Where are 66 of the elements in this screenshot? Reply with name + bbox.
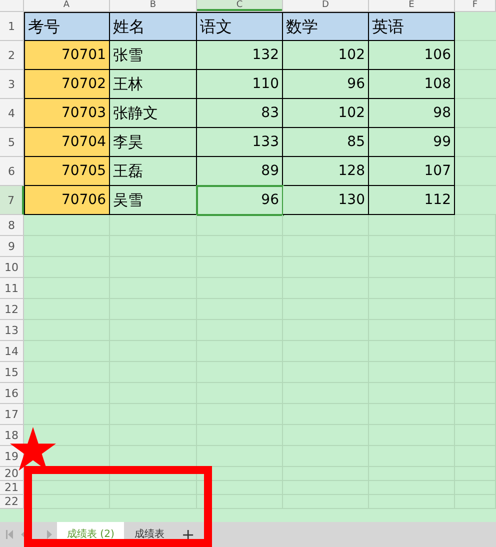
row-header[interactable]: 17 <box>0 404 24 425</box>
table-cell: 王磊 <box>110 157 197 186</box>
table-cell: 83 <box>197 99 283 128</box>
table-cell: 102 <box>283 99 369 128</box>
row-header[interactable]: 10 <box>0 257 24 278</box>
table-cell: 89 <box>197 157 283 186</box>
table-cell: 128 <box>283 157 369 186</box>
row-header[interactable]: 9 <box>0 236 24 257</box>
table-cell: 考号 <box>24 12 110 41</box>
row-header[interactable]: 20 <box>0 467 24 481</box>
table-cell: 106 <box>369 41 455 70</box>
column-header[interactable]: D <box>283 0 369 11</box>
table-cell: 语文 <box>197 12 283 41</box>
column-header[interactable]: C <box>197 0 283 11</box>
table-cell: 70703 <box>24 99 110 128</box>
table-cell: 李昊 <box>110 128 197 157</box>
table-cell <box>455 215 496 236</box>
row-header[interactable]: 11 <box>0 278 24 299</box>
table-cell: 133 <box>197 128 283 157</box>
table-cell: 107 <box>369 157 455 186</box>
table-cell: 70706 <box>24 186 110 215</box>
table-cell: 98 <box>369 99 455 128</box>
table-cell: 99 <box>369 128 455 157</box>
row-header[interactable]: 18 <box>0 425 24 446</box>
table-cell: 王林 <box>110 70 197 99</box>
column-header[interactable]: A <box>24 0 110 11</box>
row-header[interactable]: 1 <box>0 12 24 41</box>
row-header[interactable]: 2 <box>0 41 24 70</box>
table-cell: 70702 <box>24 70 110 99</box>
table-cell: 85 <box>283 128 369 157</box>
row-header[interactable]: 16 <box>0 383 24 404</box>
next-sheet-icon[interactable] <box>46 530 54 539</box>
table-cell: 张静文 <box>110 99 197 128</box>
row-header[interactable]: 12 <box>0 299 24 320</box>
table-cell: 吴雪 <box>110 186 197 215</box>
row-header[interactable]: 3 <box>0 70 24 99</box>
table-cell: 130 <box>283 186 369 215</box>
table-cell: 张雪 <box>110 41 197 70</box>
row-header[interactable]: 21 <box>0 481 24 495</box>
table-cell: 96 <box>283 70 369 99</box>
table-cell: 132 <box>197 41 283 70</box>
table-cell: 姓名 <box>110 12 197 41</box>
table-cell: 108 <box>369 70 455 99</box>
row-header[interactable]: 15 <box>0 362 24 383</box>
previous-sheet-icon[interactable] <box>19 530 27 539</box>
row-header[interactable]: 22 <box>0 495 24 509</box>
table-cell: 96 <box>197 186 283 215</box>
row-header[interactable]: 7 <box>0 186 24 215</box>
table-cell: 70701 <box>24 41 110 70</box>
table-cell: 70704 <box>24 128 110 157</box>
table-cell: 数学 <box>283 12 369 41</box>
table-cell: 102 <box>283 41 369 70</box>
table-cell: 70705 <box>24 157 110 186</box>
column-header[interactable]: E <box>369 0 455 11</box>
table-cell: 110 <box>197 70 283 99</box>
row-header[interactable]: 5 <box>0 128 24 157</box>
sheet-tab[interactable]: 成绩表 <box>124 522 174 547</box>
first-sheet-icon[interactable] <box>6 530 14 539</box>
row-header[interactable]: 14 <box>0 341 24 362</box>
row-header[interactable]: 13 <box>0 320 24 341</box>
table-cell: 英语 <box>369 12 455 41</box>
column-header[interactable]: F <box>455 0 496 11</box>
row-header[interactable]: 8 <box>0 215 24 236</box>
row-header[interactable]: 6 <box>0 157 24 186</box>
table-cell: 112 <box>369 186 455 215</box>
row-header[interactable]: 4 <box>0 99 24 128</box>
